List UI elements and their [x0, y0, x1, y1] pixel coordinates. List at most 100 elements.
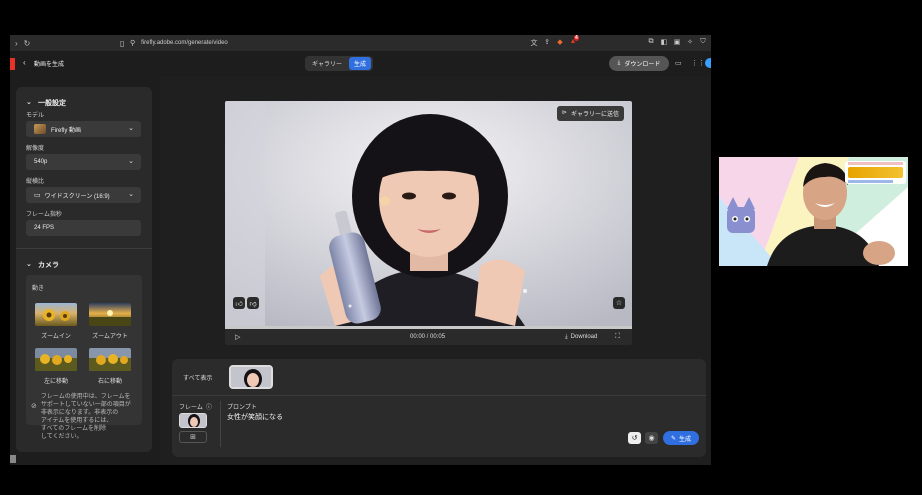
- history-thumbnail-image: [231, 367, 271, 387]
- wallet-icon[interactable]: ▣: [673, 38, 681, 48]
- sunflower-image: [35, 303, 77, 326]
- browser-window: › ↻ ▯ ⚲ firefly.adobe.com/generate/video…: [10, 35, 711, 465]
- adobe-logo-icon[interactable]: [10, 58, 15, 70]
- tab-gallery[interactable]: ギャラリー: [307, 57, 347, 70]
- video-preview[interactable]: ⊳ ギャラリーに送信 👍︎ 👎︎ ☆ ▷ 00:00 / 00:05 ⤓ Dow…: [225, 101, 632, 345]
- video-time: 00:00 / 00:05: [410, 334, 446, 340]
- resolution-select[interactable]: 540p ⌄: [26, 154, 141, 170]
- warning-line: サポートしていない一部の項目が: [40, 402, 131, 408]
- motion-pan-right-label: 右に移動: [97, 379, 122, 385]
- info-icon[interactable]: ⓘ: [206, 402, 212, 411]
- frame-thumbnail[interactable]: [179, 413, 207, 428]
- thumbs-up-button[interactable]: 👍︎: [233, 297, 245, 309]
- model-select[interactable]: Firefly 動画 ⌄: [26, 121, 141, 137]
- chevron-down-icon: ⌄: [128, 191, 134, 198]
- browser-toolbar: › ↻ ▯ ⚲ firefly.adobe.com/generate/video…: [10, 35, 711, 51]
- generate-button[interactable]: ✎ 生成: [663, 431, 699, 445]
- sunflower-image: [35, 348, 77, 371]
- download-button[interactable]: ⤓ ダウンロード: [609, 56, 669, 71]
- reload-icon[interactable]: ↻: [24, 39, 31, 48]
- bookmark-icon[interactable]: ▯: [120, 39, 124, 48]
- motion-pan-left-thumbnail[interactable]: [35, 348, 77, 371]
- history-thumbnail[interactable]: [229, 365, 273, 389]
- forward-icon[interactable]: ›: [15, 39, 18, 48]
- page-title: 動画を生成: [34, 62, 65, 68]
- sunflower-image: [89, 348, 131, 371]
- chevron-down-icon[interactable]: ⌄: [26, 98, 32, 106]
- chevron-down-icon: ⌄: [128, 158, 134, 165]
- framerate-value: 24 FPS: [34, 225, 55, 231]
- settings-toggle-button[interactable]: ◉: [645, 432, 658, 444]
- block-icon: ⊘: [31, 403, 37, 410]
- settings-sidebar: ⌄ 一般設定 モデル Firefly 動画 ⌄ 解像度 540p ⌄ 縦横比 ▭…: [16, 87, 152, 452]
- vpn-icon[interactable]: ⛉: [699, 38, 707, 48]
- motion-label: 動き: [32, 286, 45, 292]
- motion-zoom-out-thumbnail[interactable]: [89, 303, 131, 326]
- frame-thumbnail-image: [180, 414, 206, 427]
- download-button-label: ダウンロード: [624, 62, 661, 68]
- camera-heading[interactable]: カメラ: [38, 260, 59, 270]
- chevron-down-icon[interactable]: ⌄: [26, 260, 32, 268]
- send-icon: ⊳: [561, 110, 567, 116]
- avatar[interactable]: [705, 58, 711, 68]
- event-logo-graphic: [848, 162, 903, 165]
- toggle-icon: ◉: [648, 435, 655, 442]
- warning-line: 非表示になります。非表示の: [40, 410, 119, 416]
- model-thumbnail: [34, 124, 46, 134]
- address-bar[interactable]: ▯ ⚲ firefly.adobe.com/generate/video: [120, 38, 228, 48]
- site-settings-icon[interactable]: ⚲: [130, 39, 135, 47]
- chevron-down-icon: ⌄: [128, 125, 134, 132]
- comment-icon[interactable]: ▭: [675, 59, 682, 67]
- resolution-value: 540p: [34, 159, 48, 165]
- prompt-input[interactable]: 女性が笑顔になる: [227, 412, 283, 422]
- translate-icon[interactable]: 文: [530, 38, 538, 48]
- warning-line: すべてのフレームを削除: [40, 426, 107, 432]
- aspect-ratio-select[interactable]: ▭ ワイドスクリーン (16:9) ⌄: [26, 187, 141, 203]
- history-button[interactable]: ↺: [628, 432, 641, 444]
- leo-icon[interactable]: ✧: [686, 38, 694, 48]
- widescreen-icon: ▭: [34, 192, 41, 199]
- back-icon[interactable]: ‹: [23, 58, 26, 67]
- extensions-icon[interactable]: ⧉: [647, 38, 655, 48]
- scrollbar-thumb[interactable]: [10, 455, 16, 463]
- fullscreen-icon[interactable]: ⛶: [615, 333, 620, 341]
- share-icon[interactable]: ⇪: [543, 38, 551, 48]
- download-icon: ⤓: [617, 60, 621, 66]
- send-to-gallery-button[interactable]: ⊳ ギャラリーに送信: [556, 106, 624, 121]
- warning-line: フレームの使用中は、フレームを: [40, 394, 131, 400]
- general-settings-heading[interactable]: 一般設定: [38, 98, 66, 108]
- model-label: モデル: [26, 113, 45, 119]
- sidebar-toggle-icon[interactable]: ◧: [660, 38, 668, 48]
- play-icon[interactable]: ▷: [235, 333, 240, 341]
- extensions-area: 文 ⇪ ◆ ▲ 4 ⧉ ◧ ▣ ✧ ⛉: [530, 35, 707, 48]
- video-download-button[interactable]: ⤓ Download: [565, 334, 597, 341]
- resolution-label: 解像度: [26, 146, 45, 152]
- webcam-overlay: [719, 157, 908, 266]
- frames-warning: ⊘ フレームの使用中は、フレームを サポートしていない一部の項目が 非表示になり…: [31, 393, 139, 441]
- main-area: ⊳ ギャラリーに送信 👍︎ 👎︎ ☆ ▷ 00:00 / 00:05 ⤓ Dow…: [160, 76, 711, 465]
- motion-zoom-in-thumbnail[interactable]: [35, 303, 77, 326]
- extension-badge-icon[interactable]: ▲ 4: [569, 35, 579, 48]
- url-text[interactable]: firefly.adobe.com/generate/video: [141, 40, 228, 46]
- motion-pan-left-label: 左に移動: [43, 379, 68, 385]
- thumbs-down-button[interactable]: 👎︎: [247, 297, 259, 309]
- extension-badge: 4: [574, 35, 579, 41]
- aspect-ratio-value: ワイドスクリーン (16:9): [44, 193, 110, 200]
- apps-grid-icon[interactable]: ⋮⋮: [691, 59, 705, 67]
- warning-line: アイテムを使用するには、: [40, 418, 113, 424]
- frame-label: フレーム ⓘ: [179, 402, 212, 411]
- video-frame: [225, 101, 632, 326]
- show-all-link[interactable]: すべて表示: [183, 373, 212, 382]
- framerate-field[interactable]: 24 FPS: [26, 220, 141, 236]
- brave-shield-icon[interactable]: ◆: [556, 38, 564, 48]
- motion-pan-right-thumbnail[interactable]: [89, 348, 131, 371]
- favorite-button[interactable]: ☆: [613, 297, 625, 309]
- section-divider: [16, 248, 152, 249]
- add-frame-button[interactable]: ⊞: [179, 431, 207, 443]
- vertical-divider: [220, 401, 221, 447]
- model-value: Firefly 動画: [51, 127, 82, 134]
- app-header: ‹ 動画を生成 ギャラリー 生成 ⤓ ダウンロード ▭ ⋮⋮: [10, 51, 711, 76]
- event-logo-subline: [848, 180, 893, 183]
- tab-generate[interactable]: 生成: [349, 57, 372, 70]
- aspect-ratio-label: 縦横比: [26, 179, 45, 185]
